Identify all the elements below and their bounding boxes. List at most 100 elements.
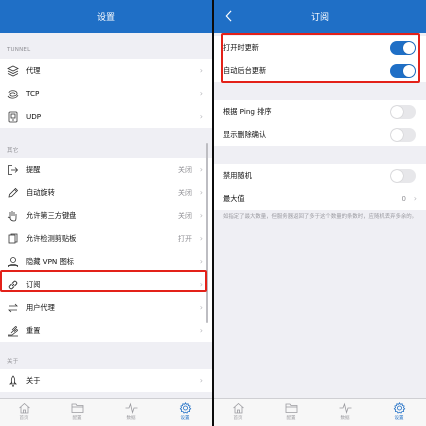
- settings-item-label: 代理: [26, 65, 41, 75]
- tab-data[interactable]: 数据: [330, 402, 360, 426]
- update-on-open-toggle[interactable]: [390, 41, 416, 55]
- setting-disable-random: 禁用随机: [214, 164, 426, 187]
- back-chevron-icon[interactable]: [221, 6, 235, 26]
- settings-navbar: 设置: [0, 0, 212, 33]
- gear-icon: [393, 402, 405, 414]
- chevron-right-icon: ›: [199, 188, 203, 197]
- rocket-icon: [6, 374, 19, 387]
- tab-label: 数据: [340, 416, 350, 421]
- tab-label: 设置: [394, 416, 404, 421]
- sort-by-ping-toggle[interactable]: [390, 105, 416, 119]
- tab-home[interactable]: 首页: [9, 402, 39, 426]
- chevron-right-icon: ›: [413, 194, 417, 203]
- folder-icon: [285, 403, 297, 413]
- settings-item-value: 关闭: [178, 211, 192, 220]
- tab-config[interactable]: 配置: [276, 402, 306, 426]
- settings-item-label: 隐藏 VPN 图标: [26, 256, 74, 266]
- settings-item-label: TCP: [26, 89, 40, 98]
- disable-random-toggle[interactable]: [390, 169, 416, 183]
- tab-label: 配置: [72, 416, 82, 421]
- settings-item-about[interactable]: 关于 ›: [0, 369, 212, 392]
- section-label-about: 关于: [7, 359, 19, 365]
- link-icon: [6, 278, 19, 291]
- stack-layers-icon: [6, 64, 19, 77]
- tab-label: 首页: [19, 416, 29, 421]
- section-label-other: 其它: [7, 148, 19, 154]
- setting-label: 最大值: [223, 193, 245, 203]
- settings-item-subscription[interactable]: 订阅 ›: [0, 273, 212, 296]
- chevron-right-icon: ›: [199, 257, 203, 266]
- setting-show-delete-confirm: 显示删除确认: [214, 123, 426, 146]
- tab-bar: 首页 配置 数据 设置: [214, 398, 426, 426]
- settings-item-label: 提醒: [26, 164, 41, 174]
- chevron-right-icon: ›: [199, 280, 203, 289]
- person-icon: [6, 255, 19, 268]
- chevron-right-icon: ›: [199, 211, 203, 220]
- tab-config[interactable]: 配置: [62, 402, 92, 426]
- setting-label: 根据 Ping 排序: [223, 106, 272, 116]
- gear-icon: [179, 402, 191, 414]
- tab-settings[interactable]: 设置: [170, 402, 200, 426]
- settings-item-tcp[interactable]: TCP ›: [0, 82, 212, 105]
- settings-item-third-party-keyboard[interactable]: 允许第三方键盘 关闭 ›: [0, 204, 212, 227]
- tab-label: 设置: [180, 416, 190, 421]
- settings-item-value: 关闭: [178, 165, 192, 174]
- settings-item-label: 订阅: [26, 279, 41, 289]
- home-icon: [232, 402, 244, 414]
- tab-bar: 首页 配置 数据 设置: [0, 398, 212, 426]
- settings-item-label: UDP: [26, 112, 42, 121]
- settings-item-label: 允许第三方键盘: [26, 210, 77, 220]
- hand-wave-icon: [6, 324, 19, 337]
- chevron-right-icon: ›: [199, 326, 203, 335]
- subscription-screen: 订阅 打开时更新 自动后台更新 根据 Ping 排序 显示删除确认 禁用随机 最…: [214, 0, 426, 426]
- device-icon: [6, 110, 19, 123]
- tab-data[interactable]: 数据: [116, 402, 146, 426]
- page-title: 订阅: [310, 13, 329, 23]
- chevron-right-icon: ›: [199, 376, 203, 385]
- chevron-right-icon: ›: [199, 66, 203, 75]
- pulse-icon: [339, 402, 351, 414]
- settings-item-value: 打开: [178, 234, 192, 243]
- settings-item-udp[interactable]: UDP ›: [0, 105, 212, 128]
- setting-update-on-open: 打开时更新: [214, 36, 426, 59]
- max-value: 0: [401, 194, 406, 203]
- page-title: 设置: [96, 13, 115, 23]
- scrollbar[interactable]: [206, 143, 208, 323]
- home-icon: [18, 402, 30, 414]
- setting-label: 显示删除确认: [223, 129, 267, 139]
- section-label-tunnel: TUNNEL: [7, 47, 31, 53]
- setting-label: 禁用随机: [223, 170, 252, 180]
- pulse-icon: [125, 402, 137, 414]
- chevron-right-icon: ›: [199, 165, 203, 174]
- settings-item-hide-vpn-icon[interactable]: 隐藏 VPN 图标 ›: [0, 250, 212, 273]
- max-value-note: 如指定了最大数量，但服务器返回了多于这个数量的条数时，应随机丢弃多余的。: [223, 214, 418, 220]
- settings-item-proxy[interactable]: 代理 ›: [0, 59, 212, 82]
- settings-item-clipboard-detect[interactable]: 允许检测剪贴板 打开 ›: [0, 227, 212, 250]
- settings-item-label: 允许检测剪贴板: [26, 233, 77, 243]
- settings-item-auto-rotate[interactable]: 自动旋转 关闭 ›: [0, 181, 212, 204]
- chevron-right-icon: ›: [199, 234, 203, 243]
- swirl-icon: [6, 87, 19, 100]
- tab-home[interactable]: 首页: [223, 402, 253, 426]
- settings-item-user-agent[interactable]: 用户代理 ›: [0, 296, 212, 319]
- tab-label: 首页: [233, 416, 243, 421]
- setting-sort-by-ping: 根据 Ping 排序: [214, 100, 426, 123]
- settings-screen: 设置 TUNNEL 代理 › TCP › UDP › 其它 提醒 关闭 › 自动…: [0, 0, 212, 426]
- pencil-icon: [6, 186, 19, 199]
- show-delete-confirm-toggle[interactable]: [390, 128, 416, 142]
- chevron-right-icon: ›: [199, 303, 203, 312]
- auto-background-update-toggle[interactable]: [390, 64, 416, 78]
- chevron-right-icon: ›: [199, 112, 203, 121]
- settings-item-label: 关于: [26, 375, 41, 385]
- tab-label: 数据: [126, 416, 136, 421]
- folder-icon: [71, 403, 83, 413]
- clipboard-icon: [6, 232, 19, 245]
- settings-item-reminder[interactable]: 提醒 关闭 ›: [0, 158, 212, 181]
- settings-item-reset[interactable]: 重置 ›: [0, 319, 212, 342]
- settings-item-label: 重置: [26, 325, 41, 335]
- setting-label: 自动后台更新: [223, 65, 267, 75]
- tab-settings[interactable]: 设置: [384, 402, 414, 426]
- settings-item-label: 用户代理: [26, 302, 55, 312]
- settings-item-label: 自动旋转: [26, 187, 55, 197]
- setting-max-value[interactable]: 最大值 0 ›: [214, 187, 426, 210]
